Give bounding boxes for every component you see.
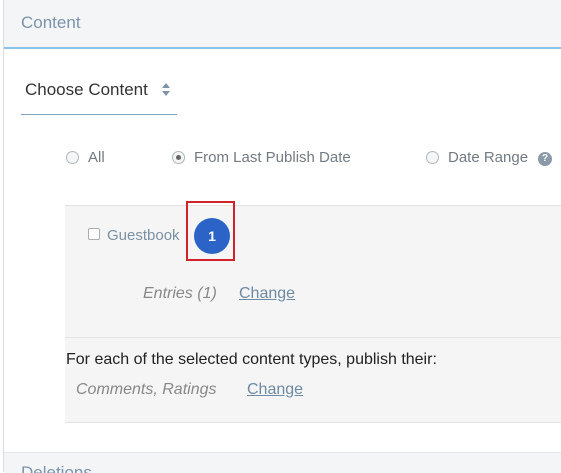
publish-items: Comments, Ratings (76, 381, 217, 398)
guestbook-label[interactable]: Guestbook (107, 227, 180, 244)
panel-divider (65, 337, 561, 338)
publish-change-link[interactable]: Change (247, 381, 303, 399)
choose-content-label: Choose Content (25, 80, 148, 99)
radio-date-range-button[interactable] (426, 151, 439, 164)
radio-all-label: All (88, 149, 105, 166)
radio-all-button[interactable] (66, 151, 79, 164)
entries-change-link[interactable]: Change (239, 285, 295, 303)
left-border (3, 0, 4, 472)
radio-from-last-publish-button[interactable] (172, 151, 185, 164)
radio-date-range-label: Date Range (448, 149, 529, 166)
guestbook-checkbox[interactable] (88, 228, 100, 240)
publish-prompt: For each of the selected content types, … (66, 351, 437, 368)
section-title: Content (21, 13, 81, 32)
deletions-section-header[interactable]: Deletions (4, 452, 561, 473)
entries-summary: Entries (1) (143, 285, 217, 302)
radio-from-last-publish-label: From Last Publish Date (194, 149, 351, 166)
highlight-box (186, 201, 235, 261)
choose-content-dropdown[interactable]: Choose Content (21, 70, 177, 115)
sort-arrows-icon (162, 83, 170, 96)
help-icon[interactable]: ? (538, 152, 552, 166)
content-section-header[interactable]: Content (4, 0, 561, 49)
